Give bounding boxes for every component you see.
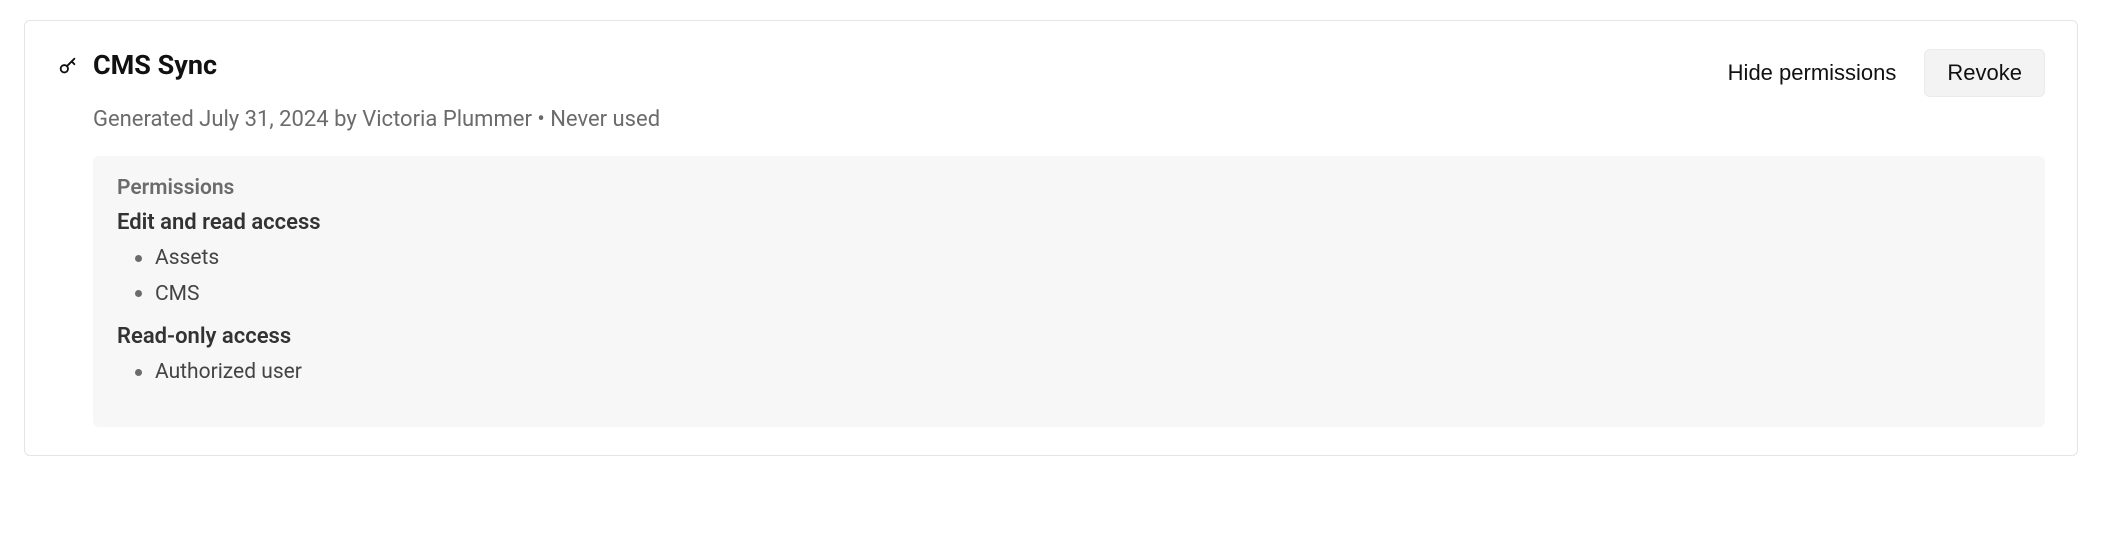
list-item: Assets (155, 241, 2021, 277)
api-token-card: CMS Sync Hide permissions Revoke Generat… (24, 20, 2078, 456)
permissions-list-edit-read: Assets CMS (117, 241, 2021, 312)
permissions-panel: Permissions Edit and read access Assets … (93, 156, 2045, 427)
hide-permissions-button[interactable]: Hide permissions (1724, 52, 1901, 94)
permissions-section-title: Edit and read access (117, 210, 2021, 235)
key-icon (57, 55, 79, 77)
revoke-button[interactable]: Revoke (1924, 49, 2045, 97)
list-item: CMS (155, 277, 2021, 313)
card-actions: Hide permissions Revoke (1724, 49, 2045, 97)
title-block: CMS Sync (57, 49, 217, 81)
list-item: Authorized user (155, 355, 2021, 391)
card-header: CMS Sync Hide permissions Revoke (57, 49, 2045, 97)
permissions-list-read-only: Authorized user (117, 355, 2021, 391)
permissions-section-title: Read-only access (117, 324, 2021, 349)
token-meta: Generated July 31, 2024 by Victoria Plum… (93, 107, 2045, 132)
permissions-heading: Permissions (117, 176, 2021, 200)
token-name: CMS Sync (93, 49, 217, 81)
